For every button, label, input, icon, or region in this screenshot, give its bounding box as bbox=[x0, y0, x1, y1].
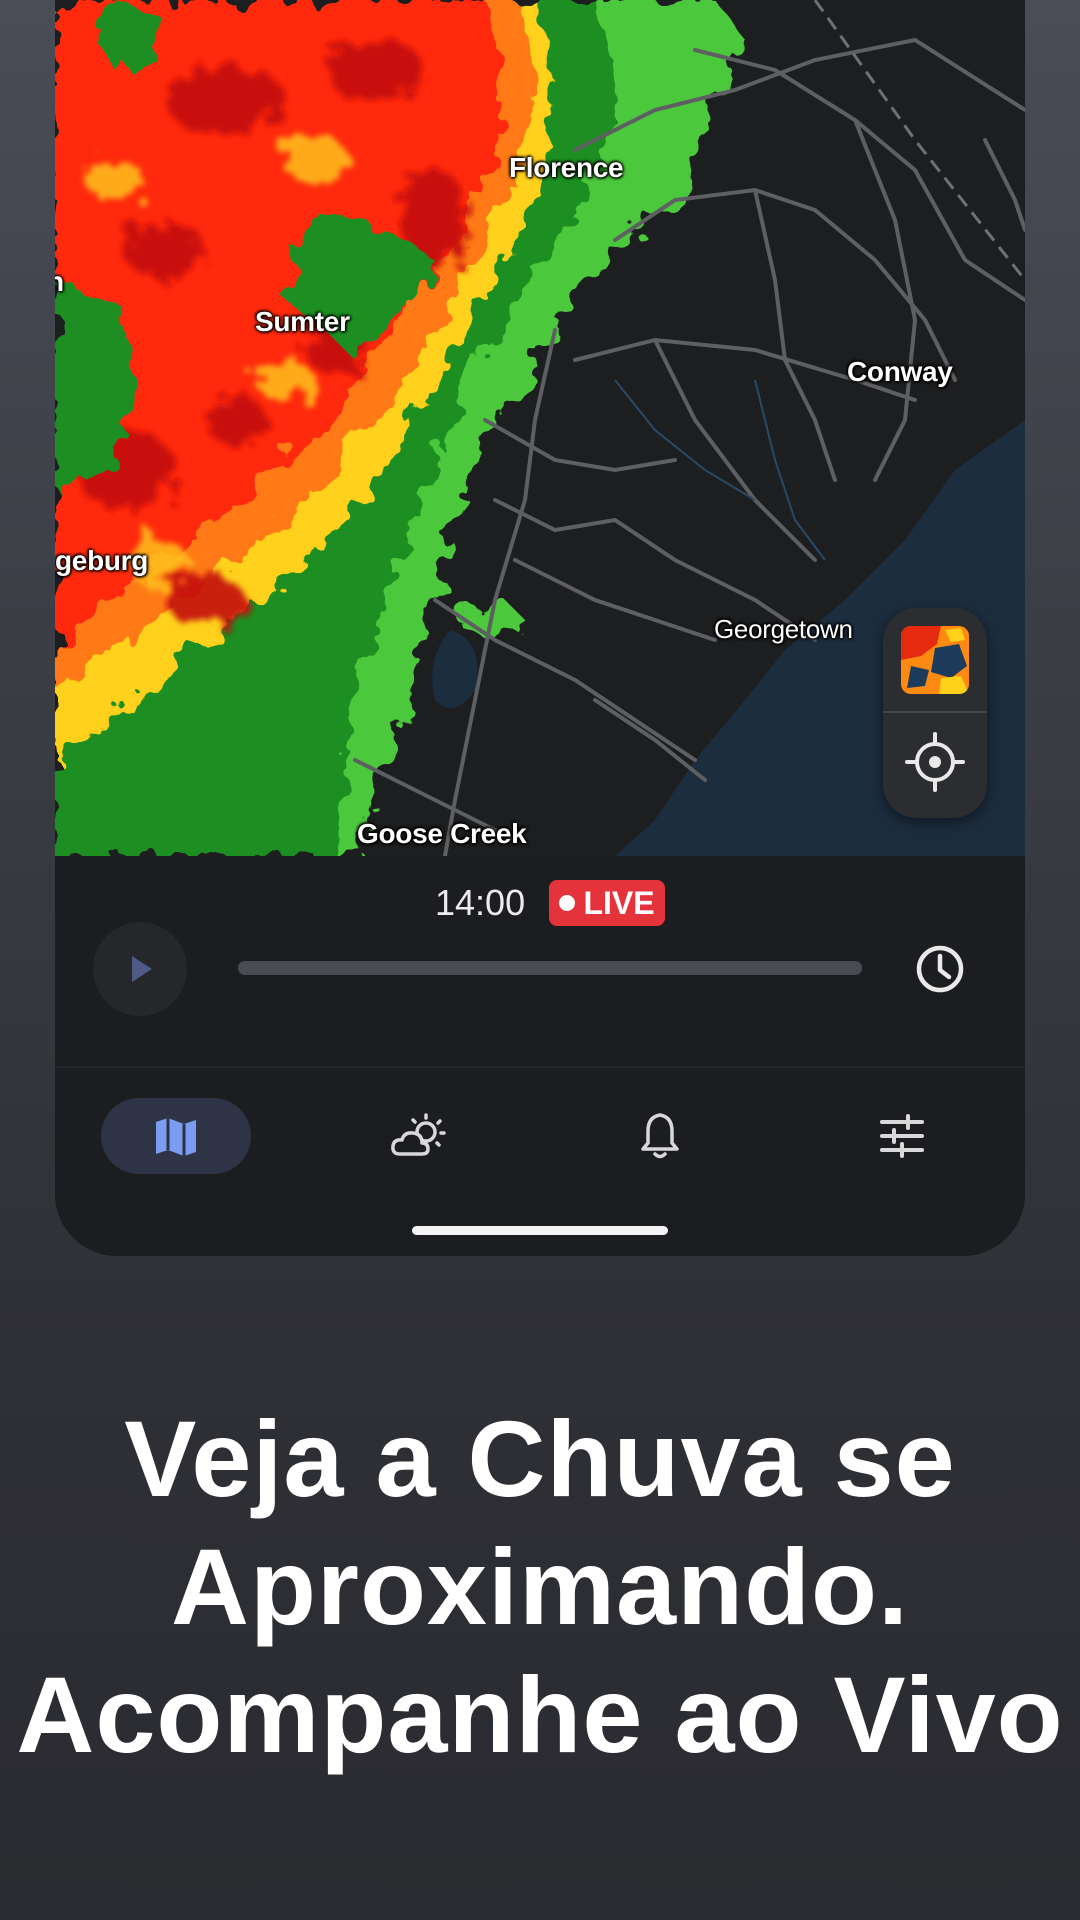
promo-headline: Veja a Chuva se Aproximando. Acompanhe a… bbox=[0, 1395, 1080, 1779]
bottom-navigation bbox=[55, 1066, 1025, 1256]
city-label-georgetown: Georgetown bbox=[714, 614, 853, 644]
city-label-sumter: Sumter bbox=[255, 306, 350, 337]
headline-line-1: Veja a Chuva se bbox=[124, 1398, 956, 1519]
live-dot-icon bbox=[559, 895, 576, 911]
history-button[interactable] bbox=[913, 942, 967, 996]
phone-frame: Florence Sumter Conway geburg n Georgeto… bbox=[55, 0, 1025, 1256]
headline-line-2: Aproximando. bbox=[170, 1526, 910, 1647]
radar-layer-button[interactable] bbox=[901, 626, 969, 694]
radar-map[interactable]: Florence Sumter Conway geburg n Georgeto… bbox=[55, 0, 1025, 856]
radar-map-canvas bbox=[55, 0, 1025, 856]
crosshair-icon bbox=[905, 732, 965, 792]
city-label-conway: Conway bbox=[847, 356, 953, 387]
nav-item-settings[interactable] bbox=[827, 1098, 977, 1174]
clock-icon bbox=[916, 945, 964, 993]
home-indicator[interactable] bbox=[412, 1226, 668, 1235]
city-label-edge: n bbox=[55, 266, 64, 297]
timeline-scrubber[interactable] bbox=[238, 961, 862, 975]
controls-divider bbox=[883, 711, 987, 713]
nav-item-map[interactable] bbox=[101, 1098, 251, 1174]
map-icon bbox=[156, 1118, 196, 1156]
locate-button[interactable] bbox=[905, 732, 965, 792]
nav-item-alerts[interactable] bbox=[585, 1098, 735, 1174]
headline-line-3: Acompanhe ao Vivo bbox=[16, 1654, 1064, 1775]
live-badge[interactable]: LIVE bbox=[549, 880, 665, 926]
sliders-icon bbox=[880, 1114, 924, 1158]
nav-item-forecast[interactable] bbox=[345, 1098, 495, 1174]
radar-thumbnail-icon bbox=[901, 626, 969, 694]
live-label: LIVE bbox=[583, 884, 655, 921]
play-icon bbox=[132, 956, 152, 982]
timeline-panel: 14:00 LIVE bbox=[55, 856, 1025, 1066]
play-button[interactable] bbox=[93, 922, 187, 1016]
city-label-orangeburg: geburg bbox=[55, 545, 149, 576]
city-label-florence: Florence bbox=[509, 152, 624, 183]
map-controls bbox=[883, 608, 987, 818]
current-time: 14:00 bbox=[435, 882, 526, 923]
partly-cloudy-icon bbox=[391, 1113, 446, 1156]
bell-icon bbox=[641, 1113, 679, 1159]
city-label-goose-creek: Goose Creek bbox=[357, 818, 527, 849]
